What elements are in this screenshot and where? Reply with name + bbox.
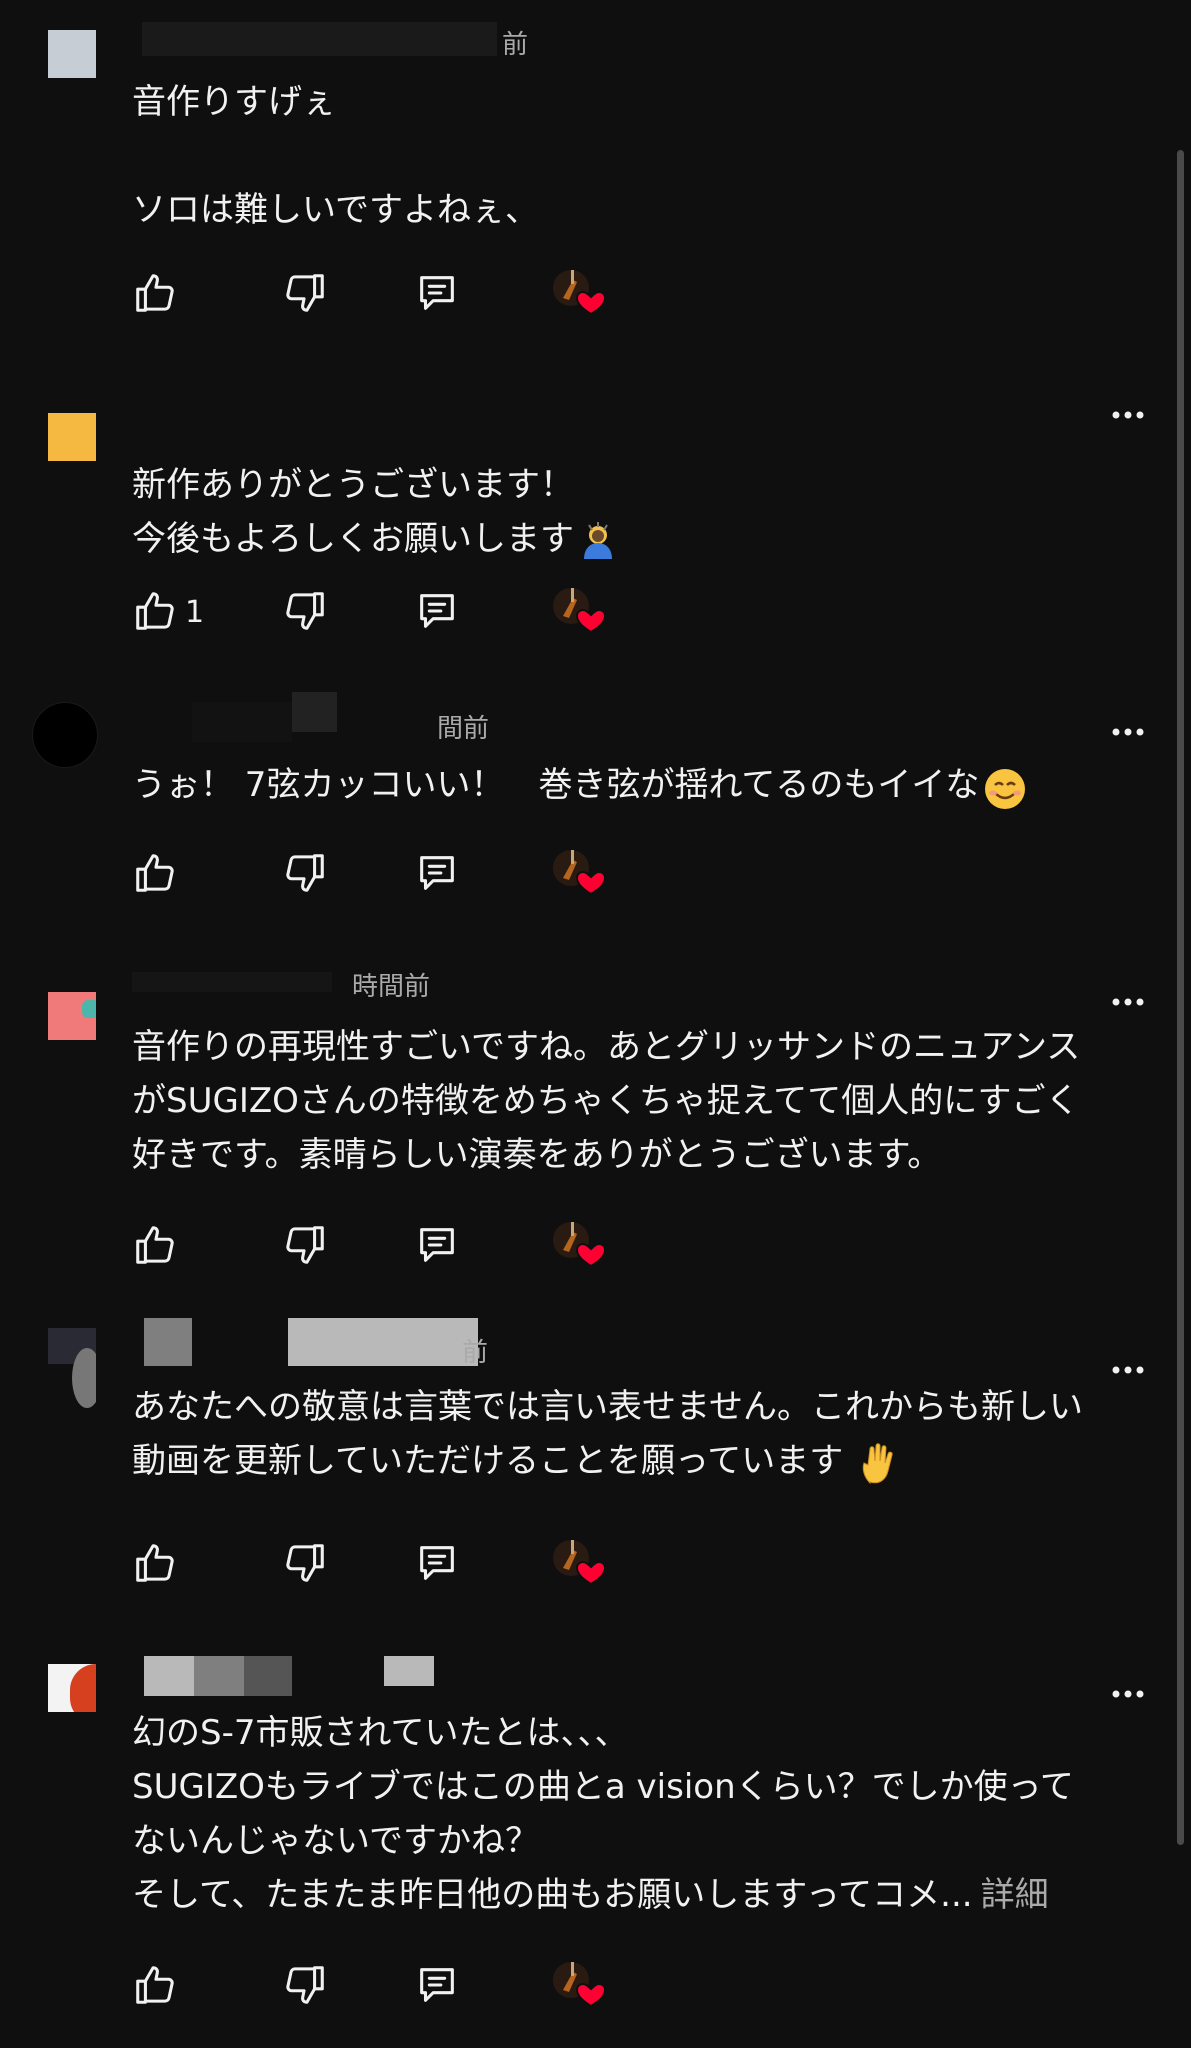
comment-body: 音作りすげぇ ソロは難しいですよねぇ、	[132, 82, 539, 230]
thumbs-down-icon	[286, 1966, 324, 2004]
comment-meta	[132, 1656, 532, 1696]
like-button[interactable]	[132, 1222, 178, 1268]
comment-meta: 間前	[132, 692, 532, 758]
avatar[interactable]	[48, 30, 96, 78]
more-vert-icon	[1112, 411, 1144, 419]
comment-menu-button[interactable]	[1108, 1684, 1148, 1724]
creator-heart-badge	[549, 1218, 605, 1270]
reply-button[interactable]	[414, 850, 460, 896]
more-vert-icon	[1112, 728, 1144, 736]
avatar[interactable]	[48, 1664, 96, 1712]
bowing-person-emoji	[578, 521, 618, 561]
creator-heart-icon	[553, 270, 605, 316]
smiling-face-emoji	[983, 767, 1026, 809]
more-vert-icon	[1112, 998, 1144, 1006]
avatar[interactable]	[48, 1328, 96, 1418]
reply-button[interactable]	[414, 1540, 460, 1586]
dislike-button[interactable]	[282, 1540, 328, 1586]
more-vert-icon	[1112, 1366, 1144, 1374]
avatar[interactable]	[32, 702, 98, 768]
thumbs-down-icon	[286, 854, 324, 892]
comment-menu-button[interactable]	[1108, 405, 1148, 445]
like-button[interactable]	[132, 270, 178, 316]
dislike-button[interactable]	[282, 850, 328, 896]
comment-actions: 1	[132, 588, 632, 642]
creator-heart-badge	[549, 584, 605, 636]
like-button[interactable]	[132, 588, 178, 634]
comment-actions	[132, 1540, 632, 1594]
reply-icon	[420, 1228, 454, 1262]
thumbs-up-icon	[136, 1966, 174, 2004]
thumbs-down-icon	[286, 274, 324, 312]
read-more-link[interactable]: 詳細	[981, 1875, 1049, 1915]
reply-button[interactable]	[414, 1222, 460, 1268]
comment-body: 新作ありがとうございます！ 今後もよろしくお願いします	[132, 458, 1102, 566]
reply-button[interactable]	[414, 1962, 460, 2008]
dislike-button[interactable]	[282, 1962, 328, 2008]
like-button[interactable]	[132, 850, 178, 896]
creator-heart-badge	[549, 1536, 605, 1588]
reply-icon	[420, 856, 454, 890]
comment-time: 間前	[437, 714, 490, 744]
reply-icon	[420, 594, 454, 628]
thumbs-up-icon	[136, 854, 174, 892]
comment-actions	[132, 850, 632, 904]
comment-meta: 前	[132, 22, 552, 60]
comment-body: うぉ！ 7弦カッコいい！ 巻き弦が揺れてるのもイイな	[132, 758, 1102, 812]
dislike-button[interactable]	[282, 588, 328, 634]
reply-icon	[420, 1546, 454, 1580]
comment-body: あなたへの敬意は言葉では言い表せません。これからも新しい動画を更新していただける…	[132, 1387, 1083, 1484]
thumbs-down-icon	[286, 1544, 324, 1582]
thumbs-up-icon	[136, 592, 174, 630]
reply-button[interactable]	[414, 270, 460, 316]
thumbs-down-icon	[286, 1226, 324, 1264]
creator-heart-badge	[549, 1958, 605, 2010]
creator-heart-icon	[553, 1962, 605, 2008]
comment-menu-button[interactable]	[1108, 992, 1148, 1032]
creator-heart-icon	[553, 1540, 605, 1586]
comment-body: 音作りの再現性すごいですね。あとグリッサンドのニュアンスがSUGIZOさんの特徴…	[132, 1027, 1081, 1175]
dislike-button[interactable]	[282, 270, 328, 316]
comment-menu-button[interactable]	[1108, 722, 1148, 762]
comment-actions	[132, 270, 632, 324]
creator-heart-icon	[553, 1222, 605, 1268]
comment-meta: 時間前	[132, 972, 482, 1020]
thumbs-up-icon	[136, 274, 174, 312]
comments-page: 前 音作りすげぇ ソロは難しいですよねぇ、 新作ありがとうございます！ 今後もよ…	[0, 0, 1191, 2048]
like-button[interactable]	[132, 1962, 178, 2008]
creator-heart-badge	[549, 266, 605, 318]
dislike-button[interactable]	[282, 1222, 328, 1268]
comment-time: 時間前	[352, 972, 431, 1002]
comment-actions	[132, 1962, 632, 2016]
more-vert-icon	[1112, 1690, 1144, 1698]
reply-icon	[420, 1968, 454, 2002]
comment-time: 前	[502, 30, 529, 60]
like-button[interactable]	[132, 1540, 178, 1586]
comment-actions	[132, 1222, 632, 1276]
creator-heart-icon	[553, 588, 605, 634]
avatar[interactable]	[48, 992, 96, 1040]
thumbs-up-icon	[136, 1226, 174, 1264]
creator-heart-badge	[549, 846, 605, 898]
like-count: 1	[185, 595, 205, 630]
creator-heart-icon	[553, 850, 605, 896]
comment-meta: 前	[132, 1318, 532, 1368]
thumbs-down-icon	[286, 592, 324, 630]
reply-button[interactable]	[414, 588, 460, 634]
scrollbar[interactable]	[1177, 150, 1184, 1845]
comment-menu-button[interactable]	[1108, 1360, 1148, 1400]
comment-body: 幻のS-7市販されていたとは、、、 SUGIZOもライブではこの曲とa visi…	[132, 1713, 1074, 1915]
comment-time: 前	[462, 1338, 489, 1368]
reply-icon	[420, 276, 454, 310]
thumbs-up-icon	[136, 1544, 174, 1582]
raised-hand-emoji	[858, 1442, 898, 1484]
avatar[interactable]	[48, 413, 96, 461]
